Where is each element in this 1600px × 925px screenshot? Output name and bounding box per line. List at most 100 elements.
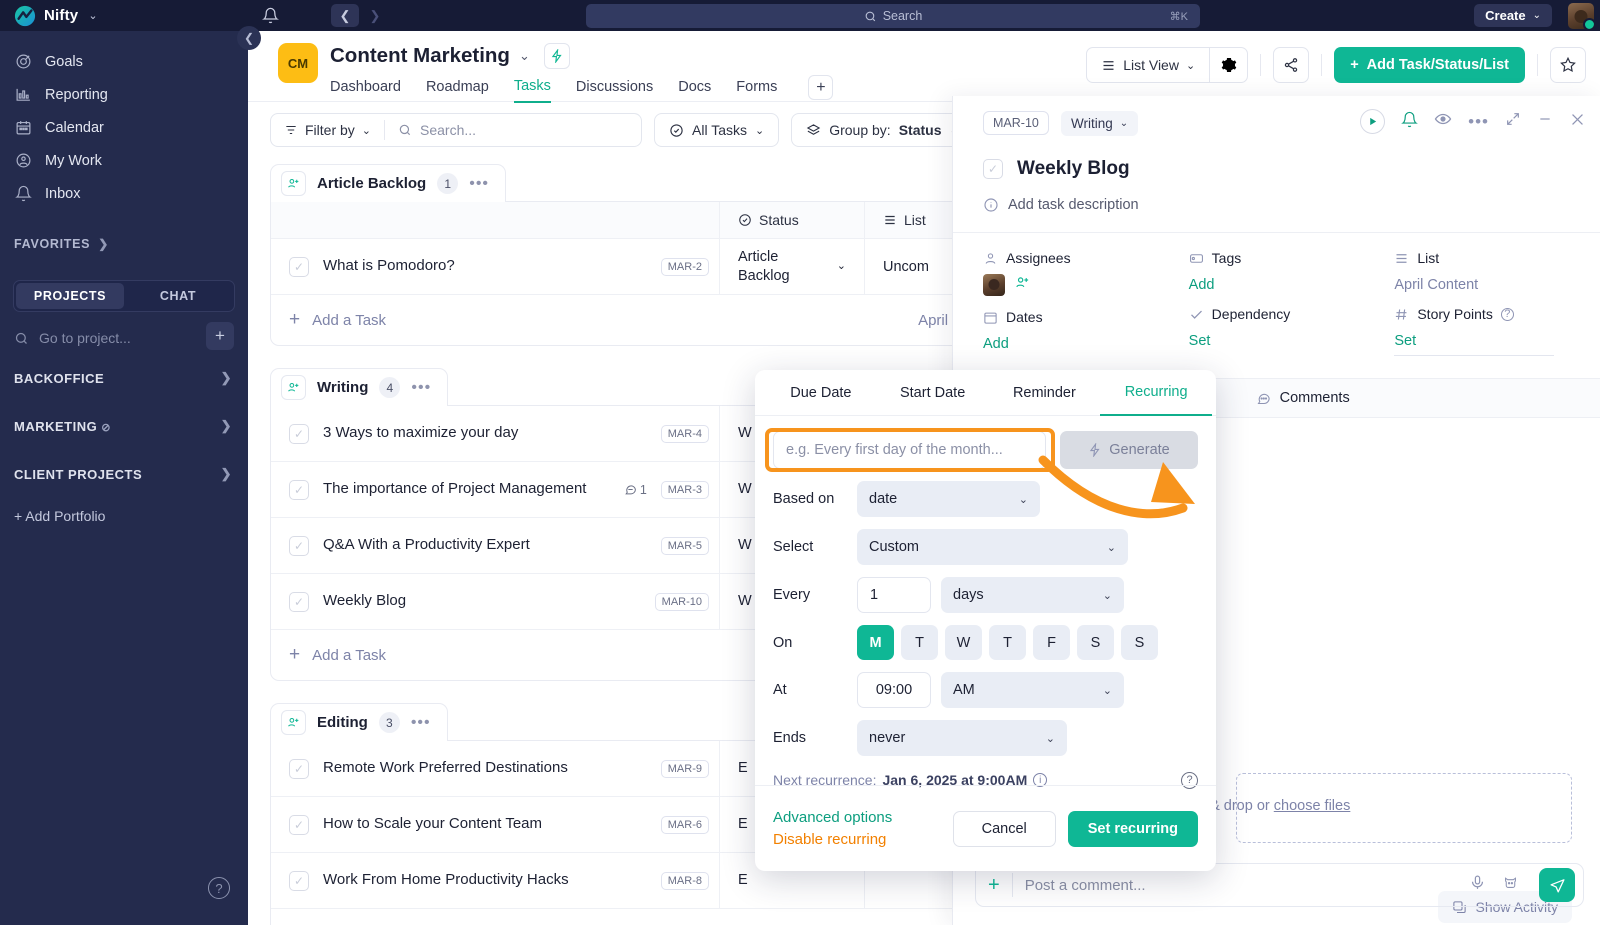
tab-chat[interactable]: CHAT <box>124 283 232 309</box>
detail-bell-icon[interactable] <box>1401 111 1419 133</box>
every-unit-select[interactable]: days ⌄ <box>941 577 1124 613</box>
choose-files-link[interactable]: choose files <box>1274 798 1351 814</box>
brand-block[interactable]: Nifty ⌄ <box>0 0 248 31</box>
dependency-set-button[interactable]: Set <box>1189 333 1395 349</box>
ends-select[interactable]: never ⌄ <box>857 720 1067 756</box>
advanced-options-link[interactable]: Advanced options <box>773 809 953 826</box>
add-assignee-icon[interactable] <box>281 375 306 400</box>
tags-add-button[interactable]: Add <box>1189 277 1395 293</box>
disable-recurring-link[interactable]: Disable recurring <box>773 831 953 848</box>
generate-button[interactable]: Generate <box>1060 431 1198 469</box>
sidebar-portfolio-backoffice[interactable]: BACKOFFICE ❯ <box>0 354 248 402</box>
task-checkbox[interactable]: ✓ <box>289 256 309 277</box>
set-recurring-button[interactable]: Set recurring <box>1067 810 1198 847</box>
list-view-button[interactable]: List View ⌄ <box>1087 48 1209 82</box>
sidebar-item-my-work[interactable]: My Work <box>0 144 248 177</box>
global-search-input[interactable]: Search ⌘K <box>586 4 1200 28</box>
share-button[interactable] <box>1273 47 1310 83</box>
tab-docs[interactable]: Docs <box>678 79 711 102</box>
weekday-thursday[interactable]: T <box>989 625 1026 660</box>
chevron-down-icon[interactable]: ⌄ <box>519 48 530 64</box>
detail-task-checkbox[interactable]: ✓ <box>983 159 1003 179</box>
tab-forms[interactable]: Forms <box>736 79 777 102</box>
task-checkbox[interactable]: ✓ <box>289 479 309 500</box>
cancel-button[interactable]: Cancel <box>952 810 1056 847</box>
add-portfolio-button[interactable]: + Add Portfolio <box>0 508 248 524</box>
avatar[interactable] <box>983 274 1005 296</box>
detail-status-dropdown[interactable]: Writing ⌄ <box>1061 111 1139 136</box>
column-header-status[interactable]: Status <box>719 202 864 238</box>
add-attachment-plus-icon[interactable]: + <box>988 874 1000 897</box>
sidebar-item-goals[interactable]: Goals <box>0 45 248 78</box>
user-avatar[interactable] <box>1568 3 1594 29</box>
automation-bolt-icon[interactable] <box>543 43 570 69</box>
task-checkbox[interactable]: ✓ <box>289 591 309 612</box>
sidebar-item-calendar[interactable]: Calendar <box>0 111 248 144</box>
tab-reminder[interactable]: Reminder <box>989 370 1101 416</box>
microphone-icon[interactable] <box>1469 874 1486 896</box>
weekday-friday[interactable]: F <box>1033 625 1070 660</box>
sidebar-favorites[interactable]: FAVORITES ❯ <box>0 232 248 256</box>
tab-projects[interactable]: PROJECTS <box>16 283 124 309</box>
detail-minimize-icon[interactable] <box>1537 111 1553 132</box>
tab-roadmap[interactable]: Roadmap <box>426 79 489 102</box>
sidebar-item-inbox[interactable]: Inbox <box>0 177 248 210</box>
filter-by-button[interactable]: Filter by ⌄ <box>271 122 384 138</box>
help-circle-icon[interactable]: ? <box>1500 307 1514 321</box>
tab-recurring[interactable]: Recurring <box>1100 370 1212 416</box>
notifications-bell-icon[interactable] <box>262 7 279 24</box>
weekday-wednesday[interactable]: W <box>945 625 982 660</box>
nav-back-button[interactable]: ❮ <box>331 4 359 27</box>
detail-expand-icon[interactable] <box>1505 111 1521 132</box>
task-checkbox[interactable]: ✓ <box>289 423 309 444</box>
list-value[interactable]: April Content <box>1394 277 1600 293</box>
sidebar-portfolio-client-projects[interactable]: CLIENT PROJECTS ❯ <box>0 450 248 498</box>
task-checkbox[interactable]: ✓ <box>289 758 309 779</box>
group-header-editing[interactable]: Editing 3 ••• <box>270 703 448 741</box>
task-checkbox[interactable]: ✓ <box>289 870 309 891</box>
help-button[interactable]: ? <box>208 877 230 899</box>
tab-start-date[interactable]: Start Date <box>877 370 989 416</box>
sidebar-collapse-button[interactable]: ❮ <box>237 26 261 50</box>
create-button[interactable]: Create ⌄ <box>1474 4 1552 27</box>
add-task-description-button[interactable]: Add task description <box>953 197 1600 213</box>
add-tab-button[interactable]: + <box>808 75 834 100</box>
group-header-article-backlog[interactable]: Article Backlog 1 ••• <box>270 164 507 202</box>
view-settings-gear-icon[interactable] <box>1209 48 1247 82</box>
add-assignee-icon[interactable] <box>281 171 306 196</box>
recurrence-nl-input[interactable]: e.g. Every first day of the month... <box>773 431 1046 469</box>
task-search-input[interactable]: Search... <box>385 122 641 138</box>
emoji-icon[interactable] <box>1502 874 1519 896</box>
add-assignee-icon[interactable] <box>281 710 306 735</box>
dates-add-button[interactable]: Add <box>983 336 1189 352</box>
tab-discussions[interactable]: Discussions <box>576 79 653 102</box>
add-task-status-list-button[interactable]: + Add Task/Status/List <box>1334 47 1525 83</box>
group-header-writing[interactable]: Writing 4 ••• <box>270 368 449 406</box>
tab-tasks[interactable]: Tasks <box>513 78 551 103</box>
sidebar-portfolio-marketing[interactable]: MARKETING ⊘ ❯ <box>0 402 248 450</box>
brand-chevron-down-icon[interactable]: ⌄ <box>88 9 97 22</box>
group-more-icon[interactable]: ••• <box>469 175 489 193</box>
weekday-monday[interactable]: M <box>857 625 894 660</box>
add-project-button[interactable]: + <box>206 322 234 350</box>
weekday-tuesday[interactable]: T <box>901 625 938 660</box>
tab-dashboard[interactable]: Dashboard <box>330 79 401 102</box>
group-more-icon[interactable]: ••• <box>411 714 431 732</box>
weekday-saturday[interactable]: S <box>1077 625 1114 660</box>
meridiem-select[interactable]: AM ⌄ <box>941 672 1124 708</box>
group-more-icon[interactable]: ••• <box>411 379 431 397</box>
favorite-star-icon[interactable] <box>1550 47 1586 83</box>
at-time-input[interactable]: 09:00 <box>857 672 931 708</box>
start-timer-play-icon[interactable] <box>1360 109 1386 134</box>
detail-close-icon[interactable] <box>1569 111 1586 133</box>
send-comment-button[interactable] <box>1539 868 1575 902</box>
task-status-cell[interactable]: Article Backlog ⌄ <box>719 239 864 294</box>
task-checkbox[interactable]: ✓ <box>289 814 309 835</box>
task-checkbox[interactable]: ✓ <box>289 535 309 556</box>
detail-more-icon[interactable]: ••• <box>1468 112 1489 132</box>
tab-comments[interactable]: Comments <box>1256 390 1350 406</box>
project-search[interactable]: Go to project... + <box>0 322 248 354</box>
add-assignee-icon[interactable] <box>1015 275 1030 295</box>
detail-watch-eye-icon[interactable] <box>1434 110 1452 133</box>
based-on-select[interactable]: date ⌄ <box>857 481 1040 517</box>
